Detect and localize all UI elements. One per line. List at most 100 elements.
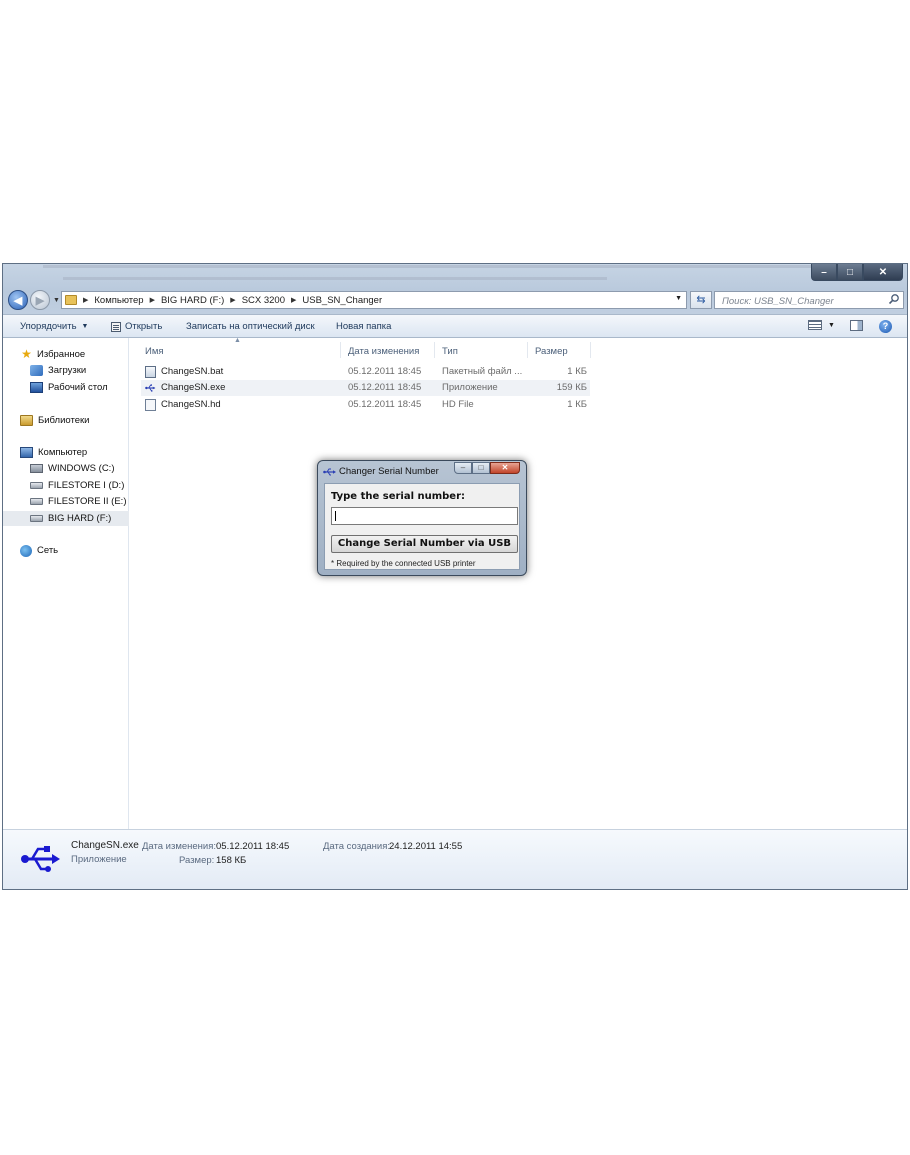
back-arrow-icon: ◀ <box>13 294 23 307</box>
batch-file-icon <box>145 366 156 378</box>
explorer-window: – □ ✕ ◀ ▶ ▼ ▶ Компьютер ▶ BIG HARD (F:) … <box>2 263 908 890</box>
details-created-label: Дата создания: <box>323 841 391 852</box>
dialog-minimize-button[interactable]: – <box>454 462 472 474</box>
address-dropdown-icon[interactable]: ▼ <box>675 295 682 302</box>
sidebar-item-label: WINDOWS (C:) <box>48 463 115 474</box>
breadcrumb-scx3200[interactable]: SCX 3200 <box>242 295 285 306</box>
back-button[interactable]: ◀ <box>8 290 28 310</box>
table-row[interactable]: ChangeSN.hd 05.12.2011 18:45 HD File 1 К… <box>141 397 590 413</box>
sidebar-item-favorites[interactable]: ★ Избранное <box>3 347 146 362</box>
folder-icon <box>65 295 77 305</box>
details-size-value: 158 КБ <box>216 855 247 866</box>
minimize-button[interactable]: – <box>811 264 837 281</box>
column-divider[interactable] <box>340 342 341 358</box>
usb-icon <box>323 468 336 476</box>
command-bar: Упорядочить ▼ Открыть Записать на оптиче… <box>3 314 907 338</box>
downloads-folder-icon <box>30 365 43 376</box>
column-divider[interactable] <box>434 342 435 358</box>
details-file-kind: Приложение <box>71 854 127 865</box>
file-name: ChangeSN.exe <box>161 382 226 393</box>
serial-number-input[interactable] <box>331 507 518 525</box>
column-divider[interactable] <box>590 342 591 358</box>
help-button[interactable]: ? <box>879 320 892 333</box>
file-type: HD File <box>442 399 474 410</box>
file-name: ChangeSN.bat <box>161 366 224 377</box>
sidebar-item-label: Сеть <box>37 545 59 556</box>
navigation-row: ◀ ▶ ▼ ▶ Компьютер ▶ BIG HARD (F:) ▶ SCX … <box>3 288 907 312</box>
hd-file-icon <box>145 399 156 411</box>
search-icon[interactable] <box>888 293 900 305</box>
breadcrumb-big-hard[interactable]: BIG HARD (F:) <box>161 295 224 306</box>
file-type: Пакетный файл ... <box>442 366 523 377</box>
sidebar-item-libraries[interactable]: Библиотеки <box>3 413 146 428</box>
title-bar-blur <box>43 265 867 268</box>
refresh-button[interactable]: ⇆ <box>690 291 712 309</box>
burn-label: Записать на оптический диск <box>186 321 315 332</box>
chevron-right-icon: ▶ <box>83 297 89 304</box>
file-size: 1 КБ <box>567 366 587 377</box>
dialog-title: Changer Serial Number <box>339 466 439 477</box>
hard-drive-icon <box>30 515 43 522</box>
libraries-icon <box>20 415 33 426</box>
recent-pages-dropdown-icon[interactable]: ▼ <box>53 297 60 304</box>
address-bar[interactable]: ▶ Компьютер ▶ BIG HARD (F:) ▶ SCX 3200 ▶… <box>61 291 687 309</box>
desktop-icon <box>30 382 43 393</box>
close-button[interactable]: ✕ <box>863 264 903 281</box>
forward-arrow-icon: ▶ <box>35 294 45 307</box>
column-header-name[interactable]: Имя <box>145 346 164 357</box>
dialog-maximize-button[interactable]: □ <box>472 462 490 474</box>
change-serial-button[interactable]: Change Serial Number via USB <box>331 535 518 553</box>
forward-button[interactable]: ▶ <box>30 290 50 310</box>
changer-dialog: Changer Serial Number – □ ✕ Type the ser… <box>317 460 527 576</box>
chevron-down-icon: ▼ <box>828 321 835 329</box>
sidebar-item-label: FILESTORE I (D:) <box>48 480 125 491</box>
sidebar-item-label: Загрузки <box>48 365 87 376</box>
open-label: Открыть <box>125 321 163 332</box>
serial-number-label: Type the serial number: <box>331 491 466 502</box>
dialog-close-button[interactable]: ✕ <box>490 462 520 474</box>
change-view-button[interactable]: ▼ <box>808 320 835 330</box>
breadcrumb-usb-sn-changer[interactable]: USB_SN_Changer <box>302 295 382 306</box>
sidebar-item-label: Библиотеки <box>38 415 90 426</box>
column-header-size[interactable]: Размер <box>535 346 568 357</box>
sidebar-item-network[interactable]: Сеть <box>3 543 146 558</box>
dialog-note: * Required by the connected USB printer <box>331 559 476 568</box>
sidebar-item-computer[interactable]: Компьютер <box>3 445 146 460</box>
file-size: 159 КБ <box>556 382 587 393</box>
table-row[interactable]: ChangeSN.bat 05.12.2011 18:45 Пакетный ф… <box>141 364 590 380</box>
chevron-right-icon[interactable]: ▶ <box>150 296 155 304</box>
network-icon <box>20 544 32 557</box>
details-created-value: 24.12.2011 14:55 <box>389 841 463 852</box>
maximize-button[interactable]: □ <box>837 264 863 281</box>
sidebar-item-label: Компьютер <box>38 447 88 458</box>
dialog-window-controls: – □ ✕ <box>454 462 520 474</box>
search-input[interactable] <box>720 293 884 309</box>
details-pane: ChangeSN.exe Приложение Дата изменения: … <box>3 829 907 889</box>
organize-label: Упорядочить <box>20 321 77 332</box>
dialog-body: Type the serial number: Change Serial Nu… <box>324 483 520 570</box>
views-icon <box>808 320 822 330</box>
column-header-date[interactable]: Дата изменения <box>348 346 419 357</box>
breadcrumb-computer[interactable]: Компьютер <box>94 295 143 306</box>
details-file-name: ChangeSN.exe <box>71 840 139 851</box>
chevron-right-icon[interactable]: ▶ <box>230 296 235 304</box>
file-size: 1 КБ <box>567 399 587 410</box>
chevron-down-icon: ▼ <box>81 323 89 330</box>
table-row[interactable]: ChangeSN.exe 05.12.2011 18:45 Приложение… <box>141 380 590 396</box>
burn-button[interactable]: Записать на оптический диск <box>186 321 315 332</box>
chevron-right-icon[interactable]: ▶ <box>291 296 296 304</box>
breadcrumb: ▶ Компьютер ▶ BIG HARD (F:) ▶ SCX 3200 ▶… <box>77 295 382 306</box>
column-divider[interactable] <box>527 342 528 358</box>
sidebar-item-label: FILESTORE II (E:) <box>48 496 127 507</box>
organize-menu[interactable]: Упорядочить ▼ <box>20 321 88 332</box>
computer-icon <box>20 447 33 458</box>
open-button[interactable]: Открыть <box>111 321 162 332</box>
refresh-icon: ⇆ <box>696 294 706 306</box>
new-folder-button[interactable]: Новая папка <box>336 321 391 332</box>
file-date: 05.12.2011 18:45 <box>348 382 422 393</box>
details-modified-value: 05.12.2011 18:45 <box>216 841 290 852</box>
column-header-type[interactable]: Тип <box>442 346 458 357</box>
preview-pane-button[interactable] <box>850 320 863 331</box>
sort-ascending-icon: ▲ <box>234 337 241 344</box>
hard-drive-icon <box>30 482 43 489</box>
